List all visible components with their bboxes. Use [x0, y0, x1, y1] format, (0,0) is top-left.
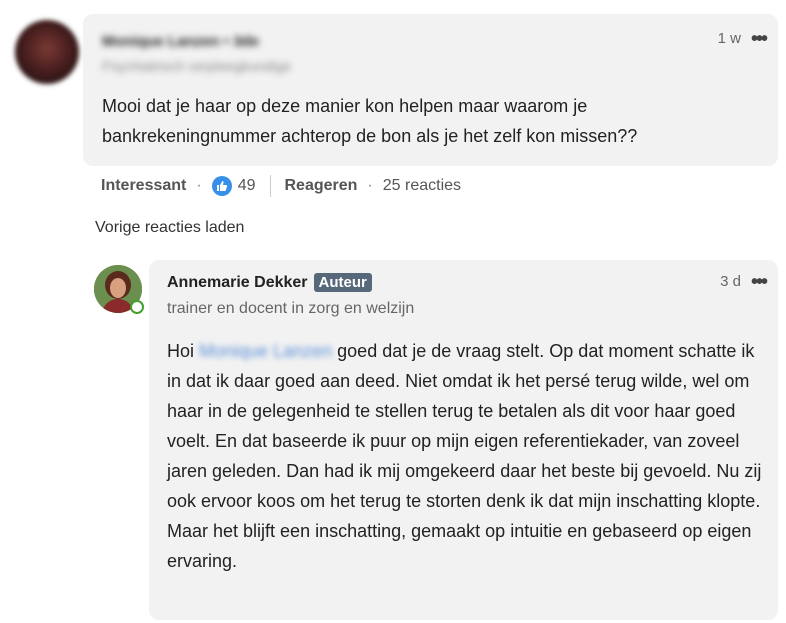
- commenter-name[interactable]: Monique Lanzen • 3de: [102, 33, 259, 50]
- separator-dot: ·: [367, 177, 373, 194]
- comment-meta: 1 w •••: [717, 29, 768, 49]
- reply-greeting: Hoi: [167, 341, 195, 361]
- online-status-icon: [130, 300, 144, 314]
- mention-link[interactable]: Monique Lanzen: [199, 336, 332, 366]
- reply-timestamp: 3 d: [720, 273, 741, 290]
- like-button[interactable]: Interessant: [101, 177, 186, 195]
- reply-text: Hoi Monique Lanzen goed dat je de vraag …: [167, 336, 767, 576]
- comment-timestamp: 1 w: [717, 30, 741, 47]
- reply-body: goed dat je de vraag stelt. Op dat momen…: [167, 341, 762, 571]
- commenter-subtitle: Psychiatrisch verpleegkundige: [102, 58, 292, 74]
- author-name[interactable]: Annemarie Dekker: [167, 274, 308, 292]
- more-options-icon[interactable]: •••: [751, 29, 768, 49]
- author-header: Annemarie Dekker Auteur: [167, 273, 372, 292]
- commenter-avatar[interactable]: [15, 20, 79, 84]
- divider: [269, 175, 271, 197]
- author-badge: Auteur: [313, 273, 372, 292]
- comment-actions: Interessant · 49 Reageren · 25 reacties: [101, 174, 461, 198]
- comment-text: Mooi dat je haar op deze manier kon help…: [102, 96, 638, 146]
- like-count[interactable]: 49: [238, 177, 256, 195]
- reply-button[interactable]: Reageren: [285, 177, 358, 195]
- load-previous-replies-link[interactable]: Vorige reacties laden: [95, 219, 244, 237]
- reply-meta: 3 d •••: [720, 272, 768, 292]
- separator-dot: ·: [196, 177, 202, 194]
- replies-count[interactable]: 25 reacties: [383, 177, 461, 195]
- author-title: trainer en docent in zorg en welzijn: [167, 300, 415, 317]
- thumbs-up-icon[interactable]: [211, 176, 232, 196]
- more-options-icon[interactable]: •••: [751, 272, 768, 292]
